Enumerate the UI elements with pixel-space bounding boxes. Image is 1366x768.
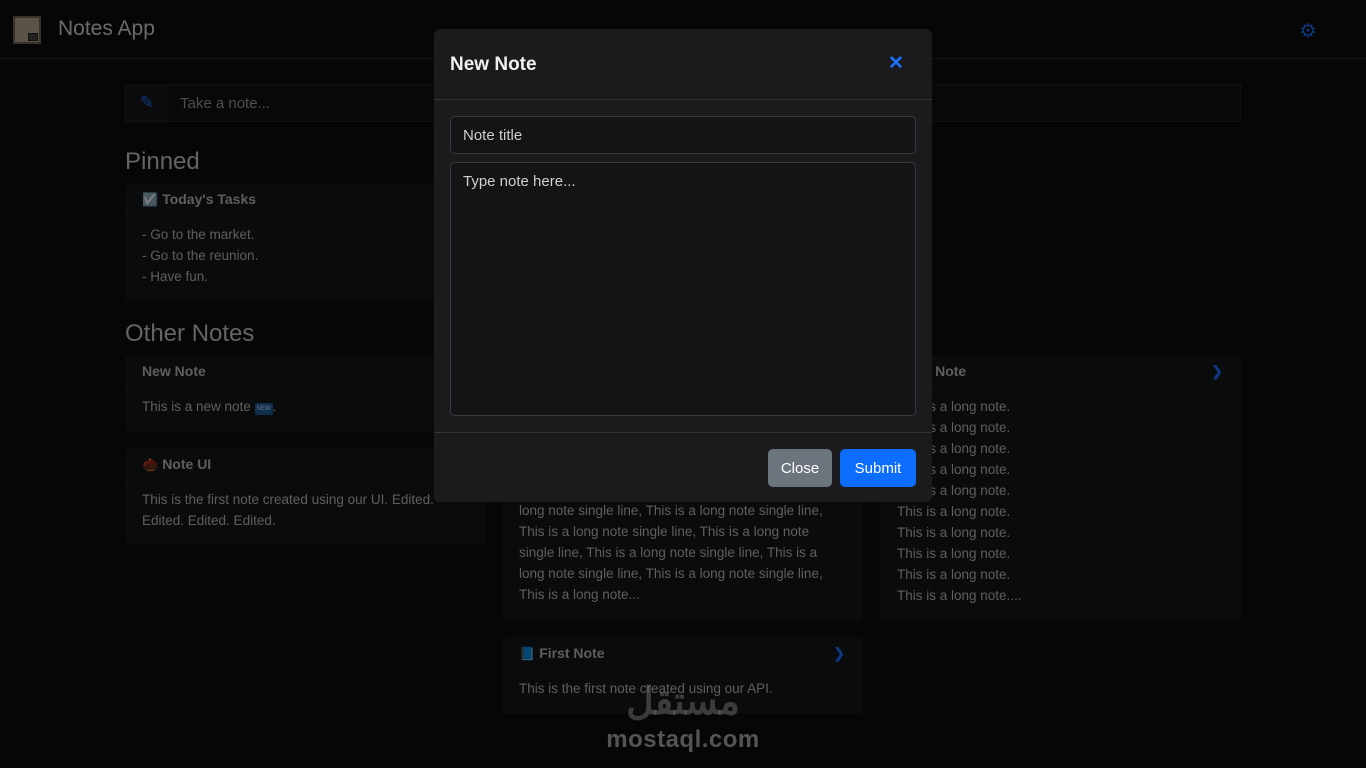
new-note-modal: New Note ✕ Close Submit [434,29,932,502]
modal-footer: Close Submit [434,432,932,502]
close-button[interactable]: Close [768,449,832,487]
modal-title: New Note [450,54,537,75]
close-icon[interactable]: ✕ [888,54,904,73]
submit-button[interactable]: Submit [840,449,916,487]
note-body-textarea[interactable] [450,162,916,416]
watermark-text: mostaql.com [606,726,760,753]
modal-header: New Note ✕ [434,29,932,100]
note-title-input[interactable] [450,116,916,154]
watermark-logo: مستقل [626,681,740,723]
